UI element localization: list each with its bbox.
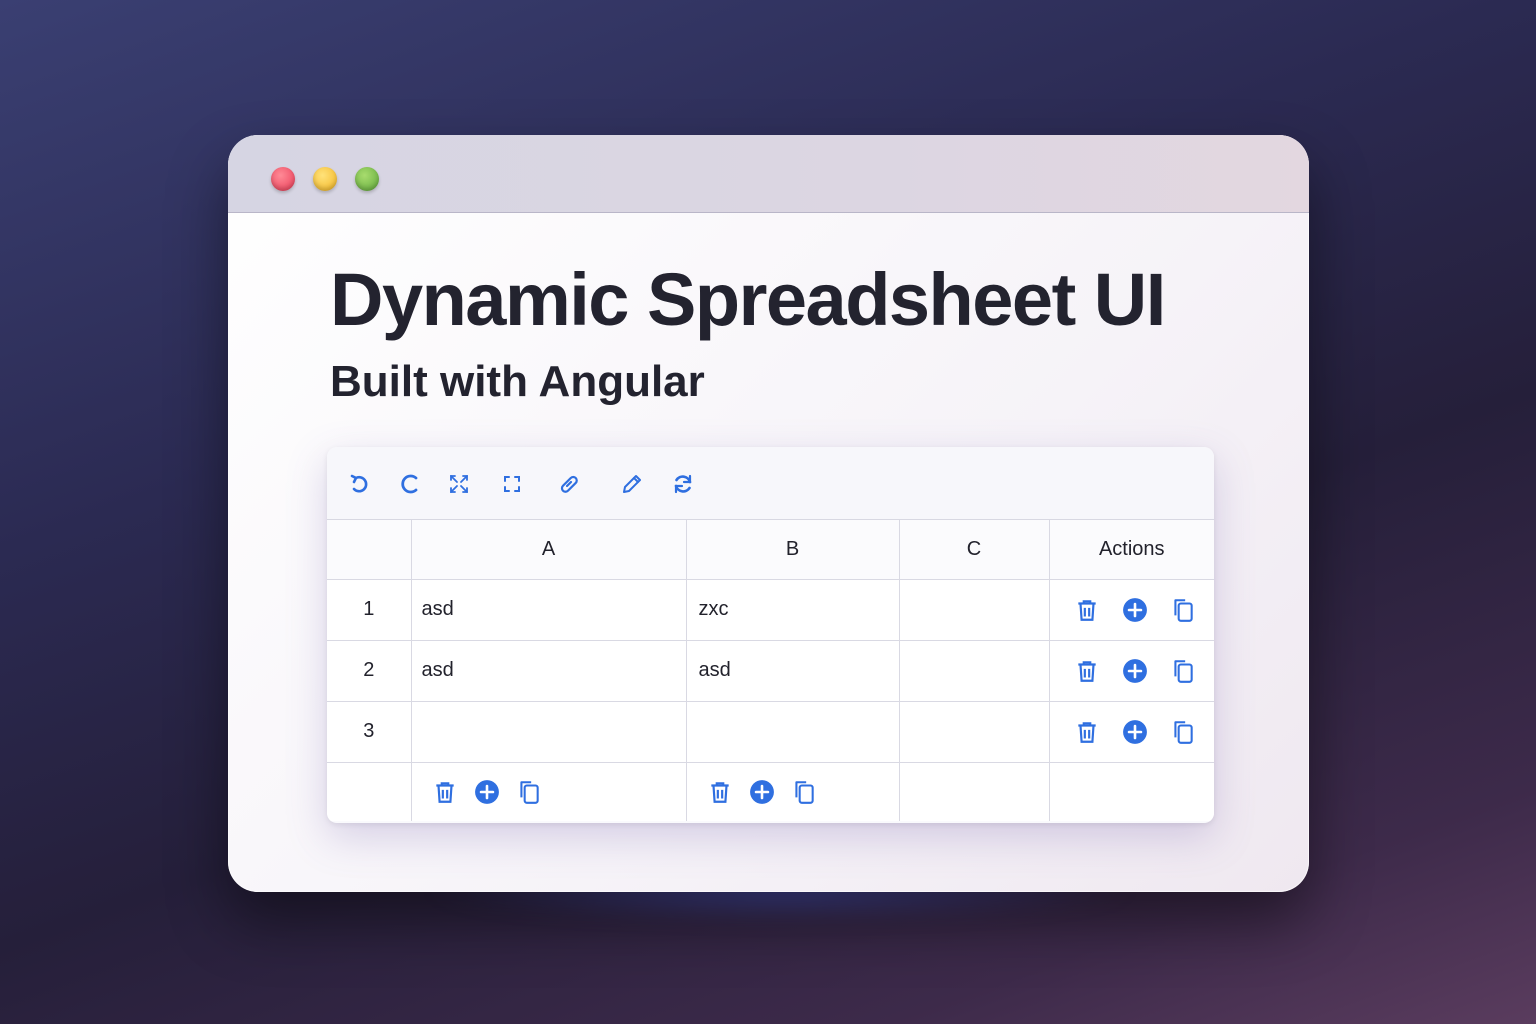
column-a-actions	[411, 762, 687, 821]
cell-c2[interactable]	[899, 640, 1050, 702]
maximize-window-button[interactable]	[355, 167, 379, 191]
browser-window: Dynamic Spreadsheet UI Built with Angula…	[228, 135, 1309, 892]
table-row: 3	[327, 701, 1214, 763]
row-number: 3	[327, 701, 412, 763]
trash-icon[interactable]	[1074, 597, 1100, 623]
trash-icon[interactable]	[1074, 719, 1100, 745]
cell-a1[interactable]: asd	[411, 579, 687, 641]
copy-icon[interactable]	[1170, 719, 1196, 745]
cell-b1[interactable]: zxc	[686, 579, 900, 641]
trash-icon[interactable]	[1074, 658, 1100, 684]
copy-icon[interactable]	[791, 779, 817, 805]
title-bar	[228, 135, 1309, 213]
column-actions-row	[327, 762, 1214, 821]
copy-icon[interactable]	[516, 779, 542, 805]
row-number: 2	[327, 640, 412, 702]
trash-icon[interactable]	[432, 779, 458, 805]
column-header-b[interactable]: B	[686, 520, 900, 580]
table-row: 1 asd zxc	[327, 579, 1214, 641]
row-number: 1	[327, 579, 412, 641]
link-icon[interactable]	[556, 471, 582, 497]
plus-circle-icon[interactable]	[1122, 719, 1148, 745]
cell-c3[interactable]	[899, 701, 1050, 763]
row-actions	[1049, 579, 1214, 641]
plus-circle-icon[interactable]	[1122, 597, 1148, 623]
copy-icon[interactable]	[1170, 597, 1196, 623]
spreadsheet-table: A B C Actions 1 asd zxc 2 asd asd 3	[327, 520, 1214, 821]
redo-icon[interactable]	[397, 471, 423, 497]
collapse-icon[interactable]	[446, 471, 472, 497]
table-row: 2 asd asd	[327, 640, 1214, 702]
cell-a2[interactable]: asd	[411, 640, 687, 702]
cell-a3[interactable]	[411, 701, 687, 763]
cell-b3[interactable]	[686, 701, 900, 763]
plus-circle-icon[interactable]	[474, 779, 500, 805]
refresh-icon[interactable]	[670, 471, 696, 497]
toolbar	[327, 447, 1214, 520]
column-c-actions	[899, 762, 1050, 821]
trash-icon[interactable]	[707, 779, 733, 805]
column-header-actions: Actions	[1049, 520, 1214, 580]
cell-b2[interactable]: asd	[686, 640, 900, 702]
close-window-button[interactable]	[271, 167, 295, 191]
cell-c1[interactable]	[899, 579, 1050, 641]
row-actions	[1049, 701, 1214, 763]
column-header-c[interactable]: C	[899, 520, 1050, 580]
page-subtitle: Built with Angular	[330, 357, 705, 406]
minimize-window-button[interactable]	[313, 167, 337, 191]
corner-header	[327, 520, 412, 580]
copy-icon[interactable]	[1170, 658, 1196, 684]
footer-corner	[327, 762, 412, 821]
spreadsheet-panel: A B C Actions 1 asd zxc 2 asd asd 3	[327, 447, 1214, 823]
column-header-a[interactable]: A	[411, 520, 687, 580]
plus-circle-icon[interactable]	[1122, 658, 1148, 684]
column-b-actions	[686, 762, 900, 821]
edit-icon[interactable]	[619, 471, 645, 497]
header-row: A B C Actions	[327, 520, 1214, 580]
page-title: Dynamic Spreadsheet UI	[330, 258, 1166, 341]
row-actions	[1049, 640, 1214, 702]
undo-icon[interactable]	[347, 471, 373, 497]
footer-actions-cell	[1049, 762, 1214, 821]
expand-icon[interactable]	[499, 471, 525, 497]
plus-circle-icon[interactable]	[749, 779, 775, 805]
